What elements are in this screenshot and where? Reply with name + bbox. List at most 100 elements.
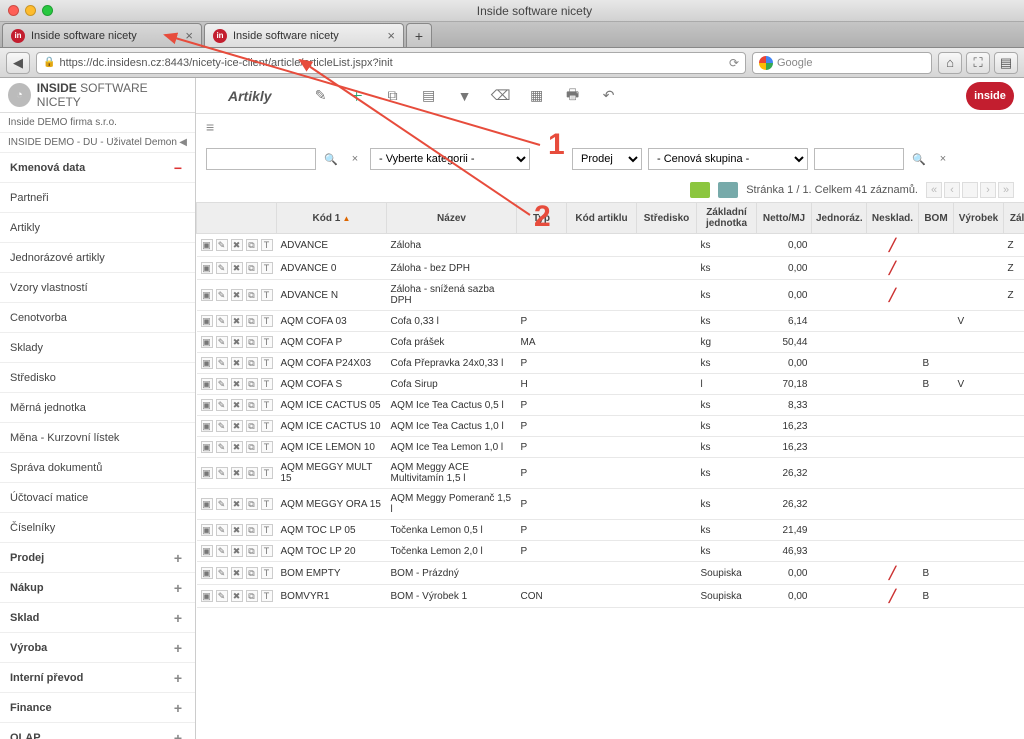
export-csv-icon[interactable]	[718, 182, 738, 198]
expand-icon[interactable]: +	[171, 670, 185, 686]
back-button[interactable]: ◀	[6, 52, 30, 74]
group-select[interactable]: Prodej	[572, 148, 642, 170]
expand-icon[interactable]: +	[171, 700, 185, 716]
sidebar-item[interactable]: Jednorázové artikly	[0, 243, 195, 273]
column-header[interactable]: Základní jednotka	[697, 203, 757, 234]
collapse-icon[interactable]: −	[171, 160, 185, 176]
column-header[interactable]: Středisko	[637, 203, 697, 234]
clear-filter-icon[interactable]: ⌫	[492, 87, 510, 105]
detail-icon[interactable]: ▣	[201, 441, 213, 453]
sidebar-item[interactable]: Středisko	[0, 363, 195, 393]
pager-first[interactable]: «	[926, 182, 942, 198]
edit-icon[interactable]: ✎	[216, 590, 228, 602]
sidebar-item[interactable]: Partneři	[0, 183, 195, 213]
edit-icon[interactable]: ✎	[216, 378, 228, 390]
edit-icon[interactable]: ✎	[216, 336, 228, 348]
reload-icon[interactable]: ⟳	[729, 56, 739, 70]
copy-icon[interactable]: ⧉	[246, 467, 258, 479]
table-row[interactable]: ▣✎✖⧉TBOMVYR1BOM - Výrobek 1CONSoupiska0,…	[197, 585, 1024, 608]
search-icon[interactable]: 🔍	[322, 150, 340, 168]
table-row[interactable]: ▣✎✖⧉TAQM COFA SCofa SirupHl70,18BV	[197, 374, 1024, 395]
sidebar-item[interactable]: Účtovací matice	[0, 483, 195, 513]
detail-icon[interactable]: ▣	[201, 545, 213, 557]
search-input[interactable]	[206, 148, 316, 170]
copy-icon[interactable]: ⧉	[246, 336, 258, 348]
delete-icon[interactable]: ✖	[231, 498, 243, 510]
detail-icon[interactable]: ▣	[201, 378, 213, 390]
sidebar-item[interactable]: Vzory vlastností	[0, 273, 195, 303]
text-icon[interactable]: T	[261, 441, 273, 453]
sidebar-item[interactable]: Nákup+	[0, 573, 195, 603]
copy-icon[interactable]: ⧉	[246, 289, 258, 301]
text-icon[interactable]: T	[261, 545, 273, 557]
edit-icon[interactable]: ✎	[216, 420, 228, 432]
delete-icon[interactable]: ✖	[231, 420, 243, 432]
edit-icon[interactable]: ✎	[216, 467, 228, 479]
undo-icon[interactable]: ↶	[600, 87, 618, 105]
copy-icon[interactable]: ⧉	[246, 420, 258, 432]
detail-icon[interactable]: ▣	[201, 524, 213, 536]
edit-icon[interactable]: ✎	[216, 545, 228, 557]
table-row[interactable]: ▣✎✖⧉TAQM ICE CACTUS 05AQM Ice Tea Cactus…	[197, 395, 1024, 416]
edit-icon[interactable]: ✎	[216, 262, 228, 274]
copy-icon[interactable]: ⧉	[246, 567, 258, 579]
copy-icon[interactable]: ⧉	[246, 262, 258, 274]
text-icon[interactable]: T	[261, 262, 273, 274]
copy-icon[interactable]: ⧉	[246, 378, 258, 390]
add-icon[interactable]: ＋	[348, 87, 366, 105]
text-icon[interactable]: T	[261, 399, 273, 411]
text-icon[interactable]: T	[261, 524, 273, 536]
copy-icon[interactable]: ⧉	[246, 498, 258, 510]
sidebar-item[interactable]: Cenotvorba	[0, 303, 195, 333]
delete-icon[interactable]: ✖	[231, 357, 243, 369]
sidebar-item[interactable]: Finance+	[0, 693, 195, 723]
copy-icon[interactable]: ⧉	[246, 315, 258, 327]
table-row[interactable]: ▣✎✖⧉TAQM COFA P24X03Cofa Přepravka 24x0,…	[197, 353, 1024, 374]
edit-icon[interactable]: ✎	[216, 567, 228, 579]
sidebar-item[interactable]: OLAP+	[0, 723, 195, 739]
table-row[interactable]: ▣✎✖⧉TAQM COFA PCofa prášekMAkg50,44	[197, 332, 1024, 353]
sidebar-item[interactable]: Prodej+	[0, 543, 195, 573]
close-window-button[interactable]	[8, 5, 19, 16]
table-row[interactable]: ▣✎✖⧉TAQM COFA 03Cofa 0,33 lPks6,14V	[197, 311, 1024, 332]
pager-next[interactable]: ›	[980, 182, 996, 198]
filter-icon[interactable]: ▼	[456, 87, 474, 105]
detail-icon[interactable]: ▣	[201, 567, 213, 579]
fullscreen-button[interactable]: ⛶	[966, 52, 990, 74]
export-icon[interactable]: ▤	[420, 87, 438, 105]
text-icon[interactable]: T	[261, 420, 273, 432]
browser-tab-0[interactable]: in Inside software nicety ×	[2, 23, 202, 47]
expand-icon[interactable]: +	[171, 610, 185, 626]
detail-icon[interactable]: ▣	[201, 315, 213, 327]
text-icon[interactable]: T	[261, 239, 273, 251]
column-header[interactable]: Netto/MJ	[757, 203, 812, 234]
sidebar-item[interactable]: Sklady	[0, 333, 195, 363]
delete-icon[interactable]: ✖	[231, 262, 243, 274]
copy-icon[interactable]: ⧉	[246, 524, 258, 536]
sidebar-item[interactable]: Měrná jednotka	[0, 393, 195, 423]
sidebar-item[interactable]: Kmenová data−	[0, 153, 195, 183]
detail-icon[interactable]: ▣	[201, 590, 213, 602]
sidebar-item[interactable]: Číselníky	[0, 513, 195, 543]
category-select[interactable]: - Vyberte kategorii -	[370, 148, 530, 170]
edit-icon[interactable]: ✎	[216, 315, 228, 327]
pager-last[interactable]: »	[998, 182, 1014, 198]
browser-search-field[interactable]: Google	[752, 52, 932, 74]
table-row[interactable]: ▣✎✖⧉TAQM TOC LP 20Točenka Lemon 2,0 lPks…	[197, 541, 1024, 562]
copy-icon[interactable]: ⧉	[246, 545, 258, 557]
delete-icon[interactable]: ✖	[231, 567, 243, 579]
delete-icon[interactable]: ✖	[231, 441, 243, 453]
detail-icon[interactable]: ▣	[201, 420, 213, 432]
table-row[interactable]: ▣✎✖⧉TADVANCE NZáloha - snížená sazba DPH…	[197, 280, 1024, 311]
edit-icon[interactable]: ✎	[216, 289, 228, 301]
expand-icon[interactable]: +	[171, 580, 185, 596]
table-row[interactable]: ▣✎✖⧉TAQM MEGGY ORA 15AQM Meggy Pomeranč …	[197, 489, 1024, 520]
delete-icon[interactable]: ✖	[231, 289, 243, 301]
sidebar-item[interactable]: Interní převod+	[0, 663, 195, 693]
delete-icon[interactable]: ✖	[231, 590, 243, 602]
text-icon[interactable]: T	[261, 315, 273, 327]
url-field[interactable]: 🔒 https://dc.insidesn.cz:8443/nicety-ice…	[36, 52, 746, 74]
delete-icon[interactable]: ✖	[231, 545, 243, 557]
expand-icon[interactable]: +	[171, 640, 185, 656]
detail-icon[interactable]: ▣	[201, 239, 213, 251]
